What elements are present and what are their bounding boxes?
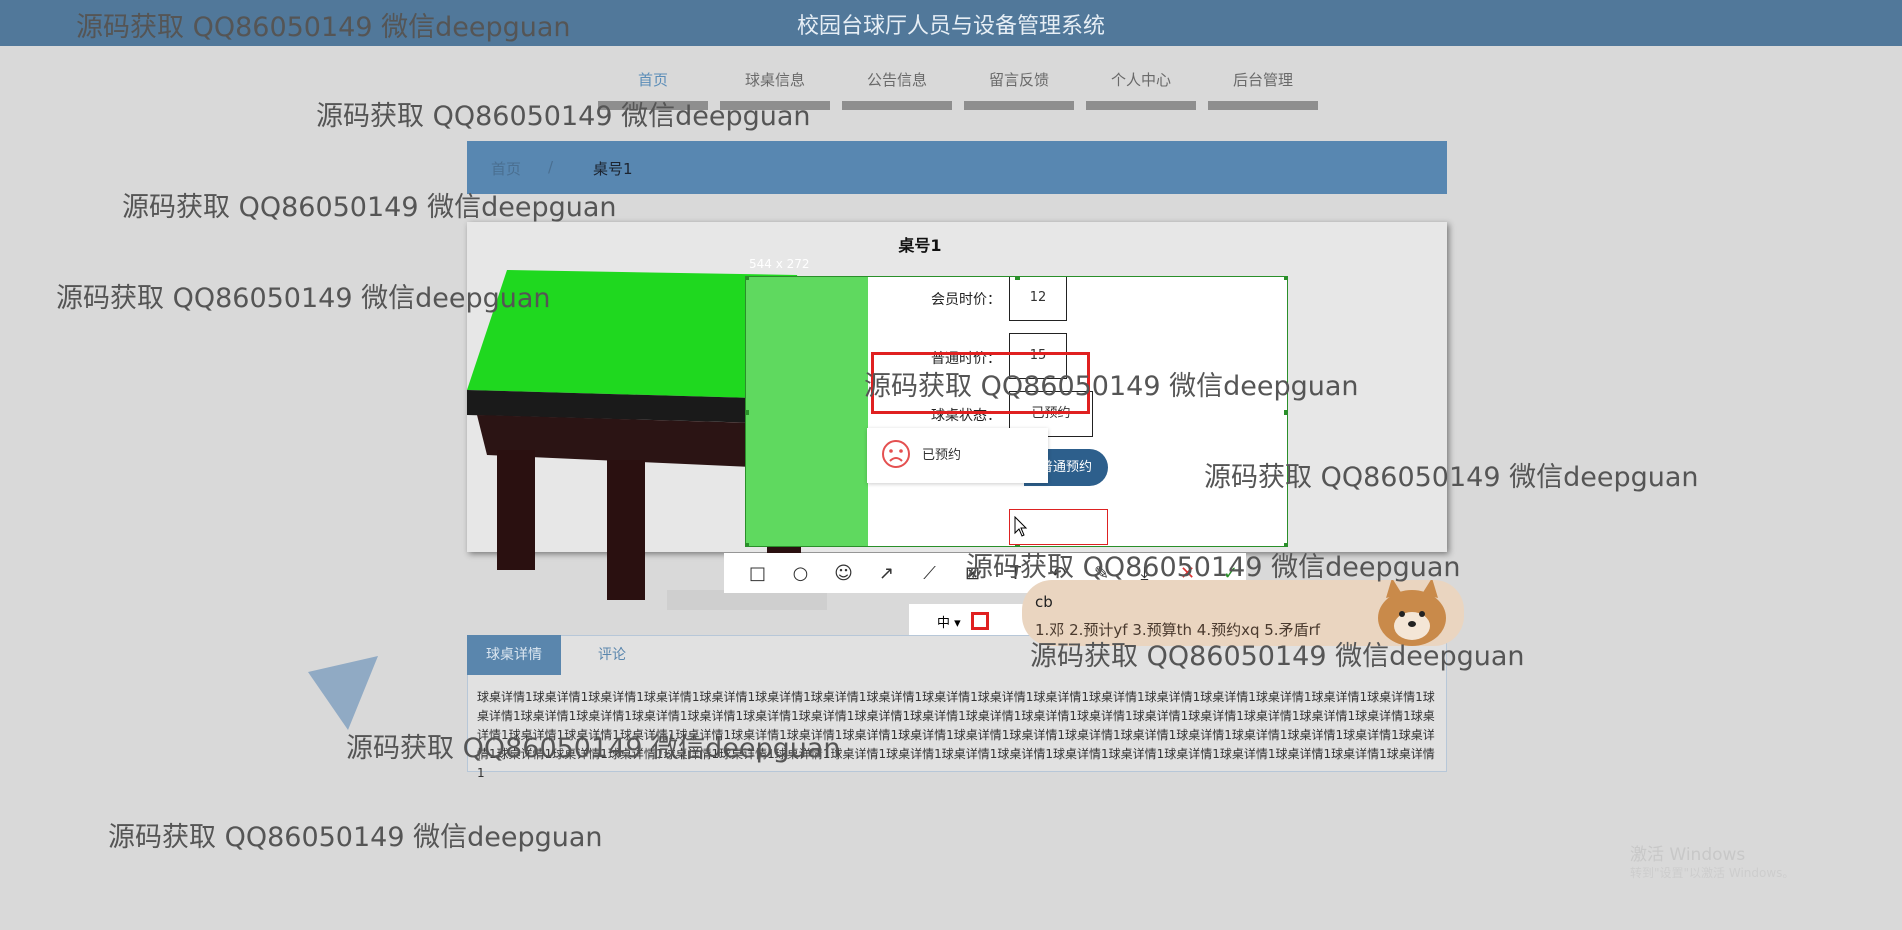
annotation-text-box[interactable] — [1009, 509, 1108, 545]
breadcrumb-home[interactable]: 首页 — [491, 158, 521, 179]
selection-handle[interactable] — [746, 543, 749, 546]
watermark: 源码获取 QQ86050149 微信deepguan — [122, 192, 617, 223]
arrow-tool-icon[interactable]: ↗ — [873, 560, 900, 587]
nav-item-profile[interactable]: 个人中心 — [1086, 68, 1196, 110]
breadcrumb-separator: / — [548, 158, 554, 176]
watermark: 源码获取 QQ86050149 微信deepguan — [76, 12, 571, 43]
nav-item-admin[interactable]: 后台管理 — [1208, 68, 1318, 110]
toast-message: 已预约 — [867, 428, 1048, 483]
toast-text: 已预约 — [922, 448, 962, 463]
color-swatch-red[interactable] — [970, 612, 989, 630]
member-price-label: 会员时价： — [931, 292, 1001, 308]
member-price-field[interactable]: 12 — [1009, 277, 1067, 321]
watermark: 源码获取 QQ86050149 微信deepguan — [966, 552, 1461, 583]
pool-table-felt-region — [746, 277, 868, 546]
annotation-style-bar: 中 ▾ — [909, 604, 1029, 638]
selection-size-label: 544 x 272 — [749, 257, 810, 271]
nav-item-notices[interactable]: 公告信息 — [842, 68, 952, 110]
windows-activation-title: 激活 Windows — [1630, 845, 1746, 865]
mouse-cursor-icon — [1014, 516, 1028, 537]
watermark: 源码获取 QQ86050149 微信deepguan — [108, 822, 603, 853]
selection-handle[interactable] — [746, 410, 749, 415]
watermark: 源码获取 QQ86050149 微信deepguan — [346, 733, 841, 764]
ime-input-text: cb — [1035, 593, 1053, 611]
selection-handle[interactable] — [1284, 277, 1287, 280]
rectangle-tool-icon[interactable]: □ — [744, 560, 771, 587]
watermark: 源码获取 QQ86050149 微信deepguan — [316, 101, 811, 132]
watermark: 源码获取 QQ86050149 微信deepguan — [1030, 641, 1525, 672]
watermark: 源码获取 QQ86050149 微信deepguan — [1204, 462, 1699, 493]
breadcrumb-current: 桌号1 — [593, 160, 633, 178]
line-tool-icon[interactable]: ⟋ — [916, 560, 943, 587]
product-title: 桌号1 — [898, 236, 942, 255]
watermark: 源码获取 QQ86050149 微信deepguan — [864, 371, 1359, 402]
selection-handle[interactable] — [1284, 410, 1287, 415]
font-size-select[interactable]: 中 ▾ — [937, 612, 961, 631]
emoji-tool-icon[interactable]: ☺ — [830, 560, 857, 587]
ellipse-tool-icon[interactable]: ○ — [787, 560, 814, 587]
tab-comments[interactable]: 评论 — [577, 635, 647, 675]
nav-item-feedback[interactable]: 留言反馈 — [964, 68, 1074, 110]
triangle-decoration-icon — [308, 656, 378, 730]
sad-face-icon — [882, 440, 910, 468]
tab-table-details[interactable]: 球桌详情 — [467, 635, 561, 675]
selection-handle[interactable] — [746, 277, 749, 280]
watermark: 源码获取 QQ86050149 微信deepguan — [56, 283, 551, 314]
windows-activation-subtitle: 转到"设置"以激活 Windows。 — [1630, 866, 1795, 880]
